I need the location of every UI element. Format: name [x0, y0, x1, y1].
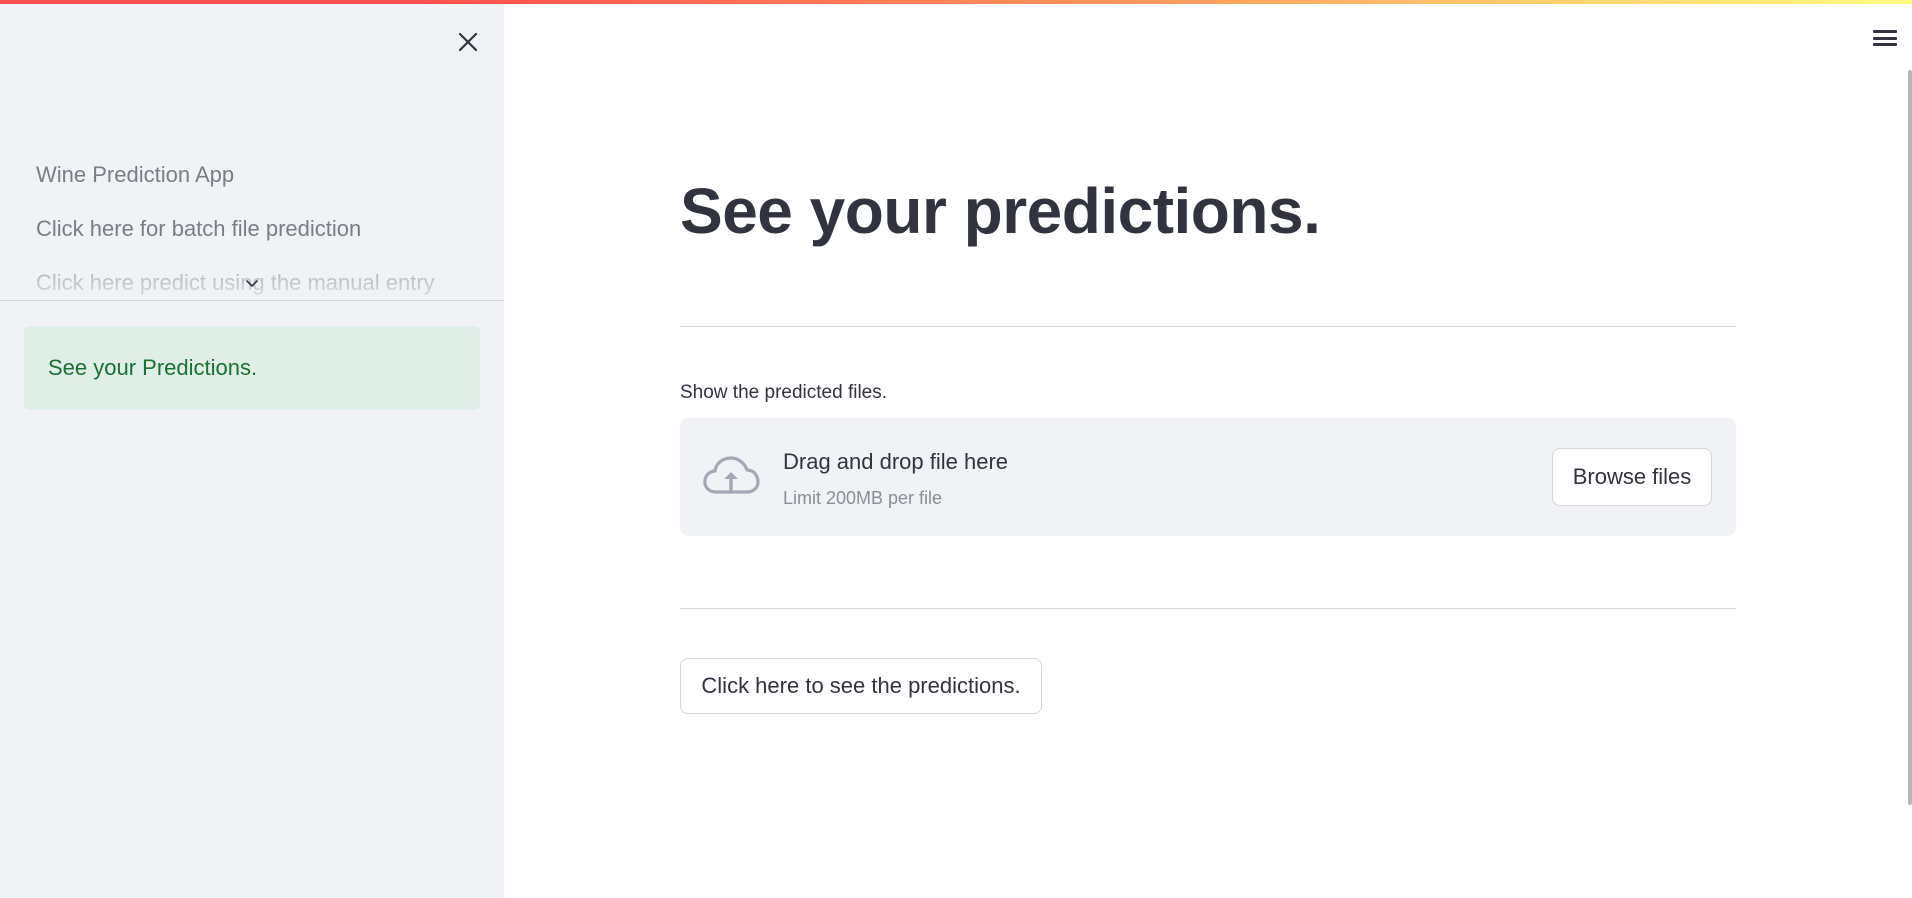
success-alert-text: See your Predictions. — [48, 355, 258, 380]
nav-expand-button[interactable] — [244, 276, 260, 292]
page-title: See your predictions. — [680, 175, 1321, 247]
cloud-upload-icon — [703, 456, 760, 494]
hamburger-menu-icon — [1873, 30, 1897, 33]
see-predictions-button[interactable]: Click here to see the predictions. — [680, 658, 1042, 714]
dropzone-size-limit: Limit 200MB per file — [783, 488, 943, 508]
scrollbar[interactable] — [1908, 70, 1912, 805]
close-sidebar-button[interactable] — [452, 26, 484, 58]
chevron-down-icon — [246, 280, 258, 288]
close-icon — [458, 32, 478, 52]
file-dropzone[interactable]: Drag and drop file here Limit 200MB per … — [680, 418, 1736, 536]
hamburger-line — [1873, 43, 1897, 46]
sidebar: Wine Prediction App Click here for batch… — [0, 0, 504, 898]
main-menu-button[interactable] — [1872, 26, 1898, 50]
sidebar-item-batch-file-prediction[interactable]: Click here for batch file prediction — [0, 204, 504, 258]
success-alert: See your Predictions. — [24, 326, 480, 410]
top-decoration-bar — [0, 0, 1912, 4]
hamburger-line — [1873, 36, 1897, 40]
divider — [680, 608, 1736, 609]
dropzone-instructions: Drag and drop file here — [783, 449, 1009, 474]
divider — [680, 326, 1736, 327]
sidebar-item-wine-prediction-app[interactable]: Wine Prediction App — [0, 150, 504, 204]
browse-files-button[interactable]: Browse files — [1552, 448, 1712, 506]
file-uploader-label: Show the predicted files. — [680, 382, 888, 403]
